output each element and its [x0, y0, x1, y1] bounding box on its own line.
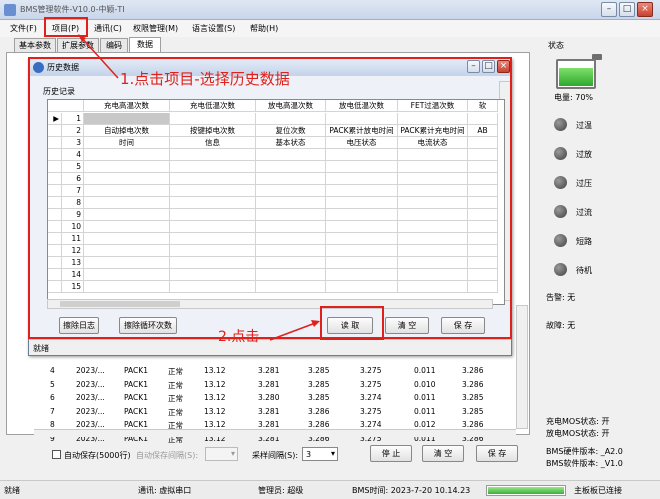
annotation-arrow-1: [79, 35, 119, 79]
annotation-arrows: [78, 34, 320, 341]
annotation-arrow-2: [269, 321, 319, 341]
